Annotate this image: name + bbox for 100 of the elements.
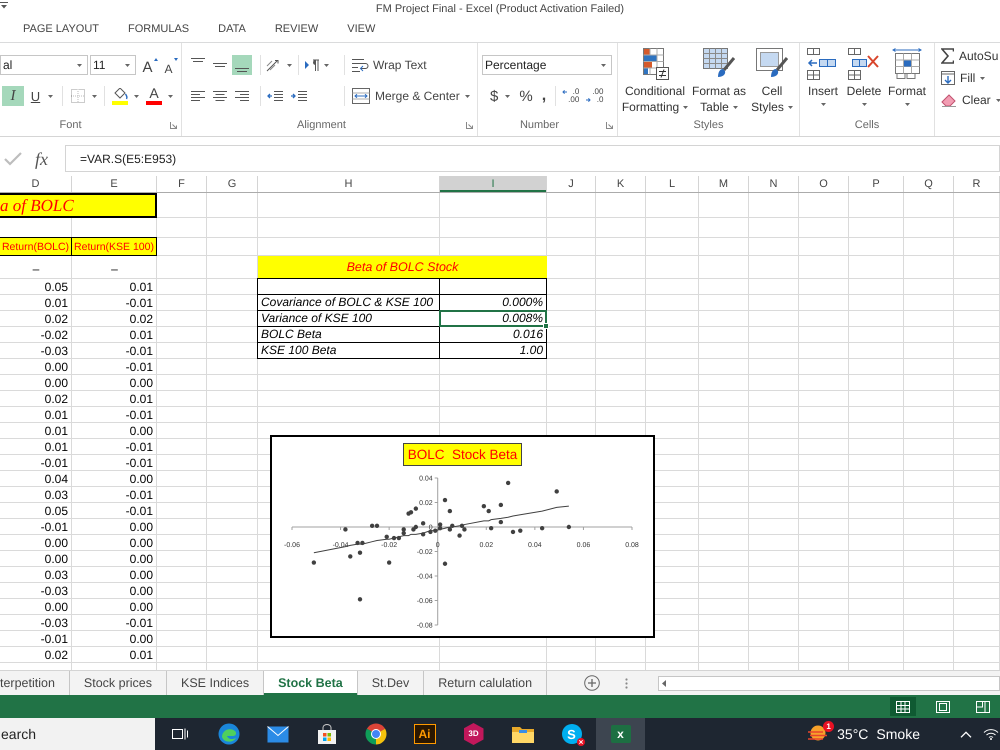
return-value: 0.03	[44, 488, 68, 502]
arrow-left-icon	[562, 90, 568, 94]
dialog-launcher-icon[interactable]	[466, 122, 473, 128]
number-format-field[interactable]: Percentage	[482, 55, 612, 75]
column-header[interactable]: Q	[904, 176, 954, 192]
column-header[interactable]: E	[72, 176, 157, 192]
currency-button[interactable]: $	[490, 86, 510, 106]
caret-icon	[996, 98, 1000, 102]
column-header[interactable]: P	[849, 176, 904, 192]
font-color-button[interactable]: A	[146, 86, 173, 106]
cell-styles-button[interactable]: Cell Styles	[748, 43, 796, 115]
delete-button[interactable]: Delete	[843, 43, 885, 106]
search-field[interactable]: earch	[0, 718, 155, 750]
column-header[interactable]: K	[596, 176, 646, 192]
conditional-formatting-button[interactable]: Conditional Formatting	[620, 43, 690, 115]
caret-icon	[48, 94, 54, 98]
metric-value: 0.016	[512, 327, 543, 341]
align-middle-icon	[213, 63, 227, 67]
column-header[interactable]: N	[749, 176, 799, 192]
column-header[interactable]: O	[799, 176, 849, 192]
fill-handle[interactable]	[543, 323, 549, 329]
delete-cells-icon	[848, 48, 880, 80]
sheet-title: a of BOLC	[0, 193, 157, 218]
caret-icon	[980, 76, 986, 80]
formula-field[interactable]: =VAR.S(E5:E953)	[65, 145, 1000, 172]
format-as-table-button[interactable]: Format as Table	[690, 43, 748, 115]
insert-button[interactable]: Insert	[803, 43, 843, 106]
add-icon[interactable]	[584, 675, 600, 691]
format-button[interactable]: Format	[885, 43, 929, 106]
fill-color-button[interactable]	[112, 86, 139, 106]
column-header[interactable]: I	[440, 176, 547, 192]
column-header[interactable]: J	[547, 176, 596, 192]
ribbon-tab[interactable]: DATA	[218, 21, 246, 39]
fill-button[interactable]: Fill	[941, 68, 1000, 88]
wrap-text-button[interactable]: Wrap Text	[350, 55, 429, 75]
borders-button[interactable]	[71, 86, 97, 106]
sheet-tab[interactable]: Stock Beta	[264, 671, 358, 695]
column-header[interactable]: D	[0, 176, 72, 192]
autosum-button[interactable]: AutoSu	[941, 46, 1000, 66]
increase-decimal-button[interactable]: .0 .00	[561, 86, 580, 106]
percent-button[interactable]: %	[519, 86, 533, 106]
merge-center-button[interactable]: Merge & Center	[350, 86, 472, 106]
italic-button[interactable]: I	[2, 86, 24, 106]
dialog-launcher-icon[interactable]	[170, 122, 177, 128]
table-cell[interactable]: 0.008%	[439, 310, 547, 327]
check-icon[interactable]	[4, 152, 22, 166]
metric-label: BOLC Beta	[261, 327, 322, 341]
return-value: 0.02	[130, 312, 153, 326]
notification-badge: 1	[823, 721, 834, 732]
group-label: Font	[59, 119, 82, 131]
ribbon-tab[interactable]: FORMULAS	[128, 21, 190, 39]
column-header[interactable]: G	[207, 176, 258, 192]
align-right-icon	[235, 91, 249, 101]
taskbar-button[interactable]: 3D	[449, 718, 498, 750]
grow-font-button[interactable]: A	[141, 55, 159, 75]
data-point	[358, 550, 362, 555]
ribbon-tab[interactable]: REVIEW	[274, 21, 318, 39]
data-point	[358, 597, 362, 602]
view-button[interactable]	[890, 697, 916, 716]
column-header[interactable]: L	[646, 176, 699, 192]
app-logo: Ai	[414, 724, 436, 744]
comma-style-button[interactable]: ,	[542, 86, 546, 106]
horizontal-scrollbar[interactable]	[658, 676, 1000, 690]
taskbar-button[interactable]: x	[596, 718, 645, 750]
return-value: -0.01	[126, 488, 153, 502]
return-value: -0.01	[126, 360, 153, 374]
insert-function-button[interactable]: fx	[35, 150, 48, 168]
group-label: Cells	[854, 119, 880, 131]
align-bottom-icon	[235, 68, 249, 72]
ribbon-tab[interactable]: VIEW	[347, 21, 376, 39]
ribbon-tab[interactable]: PAGE LAYOUT	[23, 21, 100, 39]
align-top-icon	[191, 58, 205, 62]
caret-icon	[862, 103, 866, 106]
table-brush-icon	[703, 48, 735, 80]
wifi-icon[interactable]	[983, 728, 999, 740]
taskbar-button[interactable]: Ai	[400, 718, 449, 750]
caret-icon	[683, 106, 688, 110]
shrink-font-button[interactable]: A	[162, 55, 180, 75]
column-header[interactable]: R	[954, 176, 1000, 192]
caret-icon	[92, 94, 97, 98]
haze-icon[interactable]	[807, 725, 830, 743]
paragraph-direction-icon	[305, 59, 319, 71]
clear-button[interactable]: Clear	[941, 90, 1000, 110]
vertical-dots-icon[interactable]	[625, 678, 628, 688]
font-size-field[interactable]: 11	[90, 55, 136, 75]
decrease-decimal-button[interactable]: .00 .0	[585, 86, 604, 106]
chevron-up-icon[interactable]	[960, 730, 972, 738]
data-point	[386, 560, 392, 565]
table-cell[interactable]: 1.00	[439, 342, 547, 359]
caret-icon	[788, 106, 793, 110]
underline-button[interactable]: U	[28, 86, 56, 106]
return-value: 0.01	[44, 424, 68, 438]
caret-left-icon[interactable]	[662, 680, 666, 686]
font-name-field[interactable]: al	[0, 55, 88, 75]
column-header[interactable]: M	[699, 176, 749, 192]
dialog-launcher-icon[interactable]	[606, 122, 613, 128]
column-header[interactable]: F	[157, 176, 207, 192]
align-bottom-button[interactable]	[232, 55, 252, 75]
dash-text: –	[32, 262, 40, 278]
caret-icon	[134, 94, 139, 98]
